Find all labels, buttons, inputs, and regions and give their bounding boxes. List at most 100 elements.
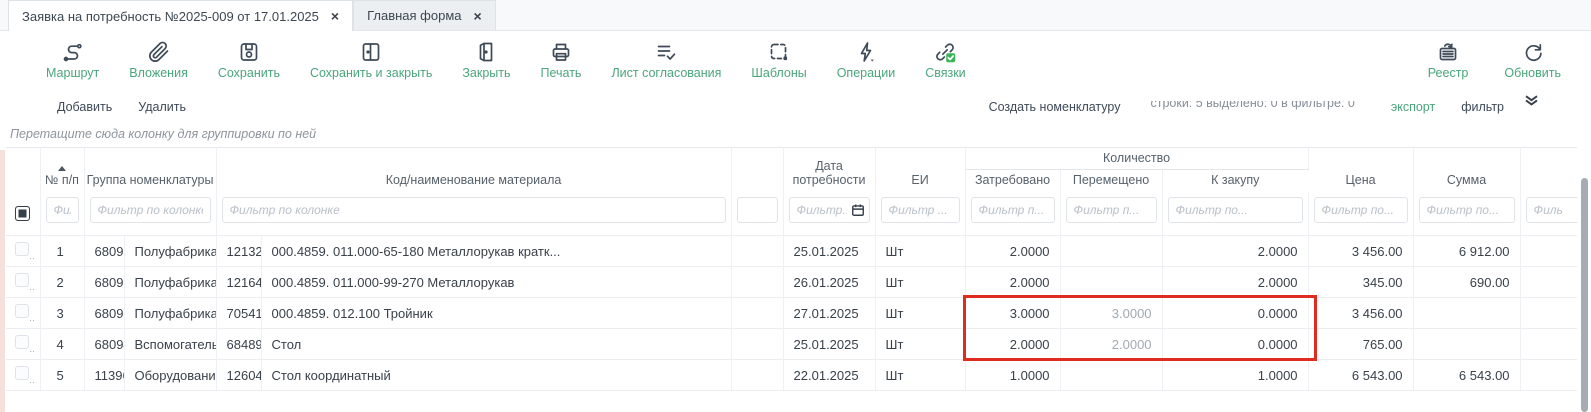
filter-cell-sum[interactable] (1413, 191, 1521, 236)
cell-moved[interactable] (1060, 235, 1163, 267)
column-header-sum[interactable]: Сумма (1413, 147, 1521, 192)
table-row[interactable]: ‥ 368096Полуфабрикаты70541000.4859. 012.1… (6, 297, 1578, 329)
cell-requested[interactable]: 2.0000 (965, 266, 1061, 298)
cell-gap[interactable] (731, 235, 784, 267)
double-chevron-down-icon[interactable] (1524, 95, 1539, 109)
cell-sum[interactable]: 690.00 (1413, 266, 1521, 298)
column-header-requested[interactable]: Затребовано (965, 169, 1061, 192)
cell-group_code[interactable]: 68094 (84, 328, 125, 360)
cell-mat_code[interactable]: 70541 (216, 297, 262, 329)
table-row[interactable]: ‥ 468094Вспомогательны...68489Стол 25.01.2… (6, 328, 1578, 360)
attachments-button[interactable]: Вложения (129, 40, 188, 80)
cell-date[interactable]: 25.01.2025 (783, 328, 876, 360)
cell-group_name[interactable]: Полуфабрикаты (124, 235, 217, 267)
row-checkbox[interactable] (15, 273, 29, 288)
cell-gap[interactable] (731, 328, 784, 360)
row-select-cell[interactable]: ‥ (6, 266, 41, 298)
filter-cell-group[interactable] (84, 191, 217, 236)
filter-input-gap[interactable] (736, 197, 778, 224)
cell-requested[interactable]: 2.0000 (965, 328, 1061, 360)
column-header-date[interactable]: Дата потребности (783, 147, 876, 192)
route-button[interactable]: Маршрут (46, 40, 99, 80)
cell-moved[interactable] (1060, 359, 1163, 391)
close-button[interactable]: Закрыть (462, 40, 511, 80)
cell-mat_code[interactable]: 121328 (216, 235, 262, 267)
cell-to_purchase[interactable]: 1.0000 (1162, 359, 1309, 391)
save-button[interactable]: Сохранить (218, 40, 280, 80)
cell-moved[interactable]: 2.0000 (1060, 328, 1163, 360)
cell-to_purchase[interactable]: 0.0000 (1162, 297, 1309, 329)
cell-sum[interactable]: 6 543.00 (1413, 359, 1521, 391)
cell-price[interactable]: 345.00 (1308, 266, 1414, 298)
cell-group_name[interactable]: Оборудование (124, 359, 217, 391)
filter-cell-material[interactable] (216, 191, 732, 236)
cell-group_name[interactable]: Полуфабрикаты (124, 266, 217, 298)
cell-group_code[interactable]: 113969 (84, 359, 125, 391)
row-select-cell[interactable]: ‥ (6, 359, 41, 391)
cell-price[interactable]: 3 456.00 (1308, 297, 1414, 329)
filter-input-requested[interactable] (970, 197, 1055, 224)
cell-moved[interactable]: 3.0000 (1060, 297, 1163, 329)
cell-price[interactable]: 765.00 (1308, 328, 1414, 360)
cell-last[interactable] (1520, 359, 1578, 391)
cell-group_code[interactable]: 68096 (84, 266, 125, 298)
filter-cell-requested[interactable] (965, 191, 1061, 236)
filter-cell-date[interactable] (783, 191, 876, 236)
cell-mat_code[interactable]: 68489 (216, 328, 262, 360)
cell-sum[interactable] (1413, 328, 1521, 360)
row-checkbox[interactable] (15, 366, 29, 381)
delete-row-button[interactable]: Удалить (138, 100, 186, 114)
select-all-checkbox[interactable] (15, 205, 30, 221)
cell-num[interactable]: 2 (40, 266, 85, 298)
cell-unit[interactable]: Шт (875, 328, 966, 360)
operations-button[interactable]: Операции (837, 40, 895, 80)
filter-cell-gap[interactable] (731, 191, 784, 236)
cell-group_name[interactable]: Вспомогательны... (124, 328, 217, 360)
calendar-icon[interactable] (851, 203, 865, 217)
column-header-num[interactable]: № п/п (40, 147, 85, 192)
table-row[interactable]: ‥ 5113969Оборудование126041Стол координат… (6, 359, 1578, 391)
column-header-to-purchase[interactable]: К закупу (1162, 170, 1308, 192)
cell-to_purchase[interactable]: 0.0000 (1162, 328, 1309, 360)
cell-mat_code[interactable]: 126041 (216, 359, 262, 391)
cell-unit[interactable]: Шт (875, 359, 966, 391)
filter-cell-unit[interactable] (875, 191, 966, 236)
print-button[interactable]: Печать (541, 40, 581, 80)
cell-num[interactable]: 3 (40, 297, 85, 329)
cell-last[interactable] (1520, 235, 1578, 267)
close-icon[interactable]: × (474, 9, 482, 23)
close-icon[interactable]: × (331, 9, 339, 23)
cell-requested[interactable]: 3.0000 (965, 297, 1061, 329)
filter-input-num[interactable] (45, 197, 79, 224)
approval-sheet-button[interactable]: Лист согласования (611, 40, 721, 80)
row-select-cell[interactable]: ‥ (6, 328, 41, 360)
cell-sum[interactable]: 6 912.00 (1413, 235, 1521, 267)
cell-price[interactable]: 6 543.00 (1308, 359, 1414, 391)
column-header-gap[interactable] (731, 147, 784, 192)
filter-input-sum[interactable] (1418, 197, 1515, 224)
cell-group_code[interactable]: 68096 (84, 297, 125, 329)
cell-mat_code[interactable]: 121641 (216, 266, 262, 298)
cell-to_purchase[interactable]: 2.0000 (1162, 235, 1309, 267)
table-row[interactable]: ‥ 268096Полуфабрикаты121641000.4859. 011.… (6, 266, 1578, 298)
add-row-button[interactable]: Добавить (57, 100, 112, 114)
filter-input-group[interactable] (89, 197, 211, 224)
cell-group_name[interactable]: Полуфабрикаты (124, 297, 217, 329)
column-header-moved[interactable]: Перемещено (1060, 169, 1163, 192)
cell-date[interactable]: 27.01.2025 (783, 297, 876, 329)
filter-cell-last[interactable] (1520, 192, 1578, 236)
filter-input-moved[interactable] (1065, 197, 1157, 224)
cell-group_code[interactable]: 68096 (84, 235, 125, 267)
column-header-last[interactable] (1520, 147, 1578, 192)
tab-main-form[interactable]: Главная форма × (353, 0, 496, 30)
cell-date[interactable]: 22.01.2025 (783, 359, 876, 391)
tab-request-document[interactable]: Заявка на потребность №2025-009 от 17.01… (8, 0, 354, 31)
cell-date[interactable]: 26.01.2025 (783, 266, 876, 298)
cell-mat_name[interactable]: 000.4859. 012.100 Тройник (261, 297, 732, 329)
cell-price[interactable]: 3 456.00 (1308, 235, 1414, 267)
cell-gap[interactable] (731, 359, 784, 391)
cell-date[interactable]: 25.01.2025 (783, 235, 876, 267)
filter-cell-num[interactable] (40, 191, 85, 236)
registry-button[interactable]: Реестр (1428, 40, 1468, 80)
filter-input-unit[interactable] (880, 197, 960, 224)
